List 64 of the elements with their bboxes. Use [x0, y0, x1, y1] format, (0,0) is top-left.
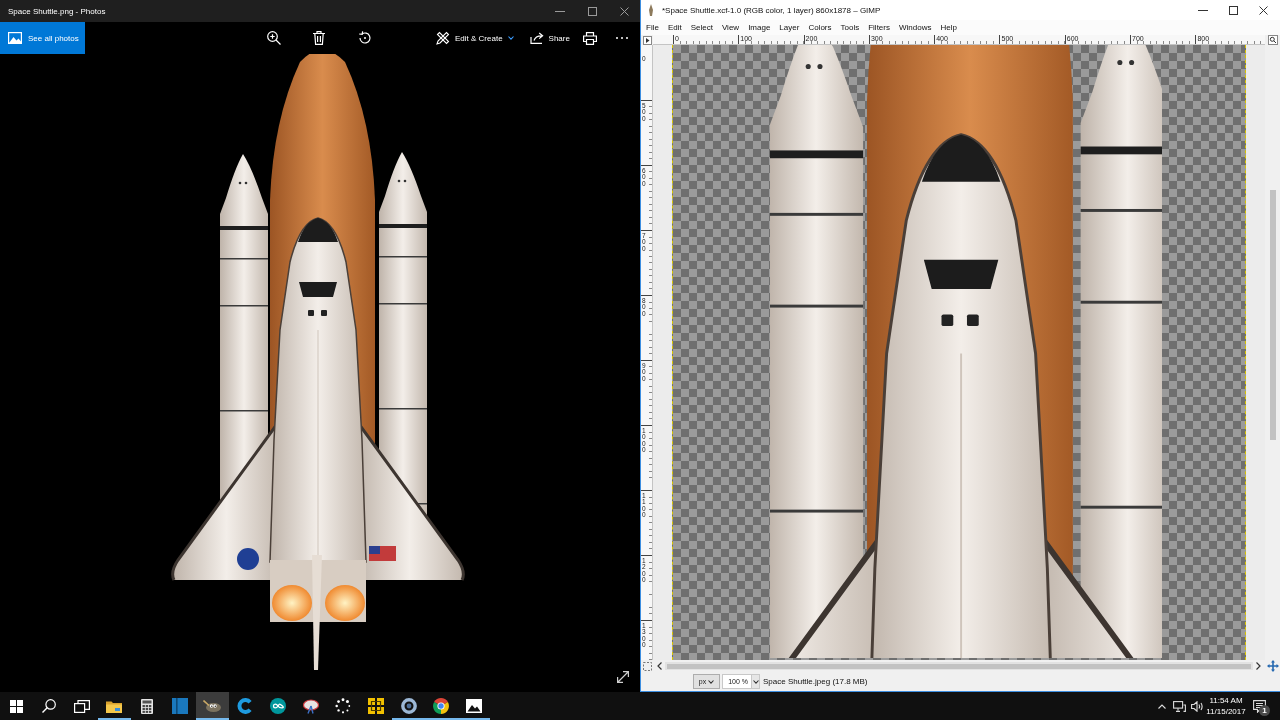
- ring-icon[interactable]: [400, 698, 417, 714]
- see-all-photos-button[interactable]: See all photos: [0, 22, 85, 54]
- loading-icon[interactable]: [335, 698, 352, 714]
- menu-item[interactable]: Colors: [808, 23, 832, 32]
- maximize-icon[interactable]: [1228, 5, 1238, 15]
- dropdown-button[interactable]: [752, 674, 760, 689]
- clock-date[interactable]: 11/15/2017: [1206, 706, 1246, 717]
- edit-create-button[interactable]: Edit & Create: [436, 31, 514, 45]
- network-icon[interactable]: [1172, 700, 1186, 712]
- search-icon[interactable]: [42, 699, 57, 713]
- blocks-icon[interactable]: [367, 698, 384, 714]
- printer-icon[interactable]: [582, 31, 597, 45]
- window-title: *Space Shuttle.xcf-1.0 (RGB color, 1 layer) 860x1878 – GIMP: [662, 5, 881, 15]
- browser-icon[interactable]: [433, 698, 450, 714]
- pencil-ruler-icon[interactable]: [436, 31, 450, 45]
- dashed-square-icon[interactable]: [642, 661, 652, 671]
- menu-item[interactable]: Image: [748, 23, 771, 32]
- menu-item[interactable]: Select: [690, 23, 713, 32]
- zoom-in-icon[interactable]: [267, 31, 281, 45]
- delete-icon[interactable]: [313, 31, 325, 45]
- rotate-icon[interactable]: [358, 31, 372, 45]
- chevron-left-icon[interactable]: [657, 662, 662, 670]
- menu-item[interactable]: Tools: [840, 23, 860, 32]
- close-icon[interactable]: [619, 6, 629, 16]
- caret-icon[interactable]: [752, 679, 759, 684]
- horizontal-scrollbar[interactable]: [665, 662, 1253, 670]
- menu-item[interactable]: Filters: [868, 23, 890, 32]
- zoom-icon[interactable]: [1267, 35, 1278, 45]
- share-button[interactable]: Share: [529, 32, 570, 44]
- four-panes-icon[interactable]: [9, 699, 23, 713]
- menu-item[interactable]: Layer: [779, 23, 800, 32]
- dish-icon[interactable]: [302, 698, 319, 714]
- pen-icon: [648, 4, 654, 16]
- task-view-icon[interactable]: [73, 699, 90, 713]
- caret-icon[interactable]: [708, 679, 715, 684]
- folder-icon[interactable]: [106, 699, 123, 713]
- maximize-icon[interactable]: [587, 6, 597, 16]
- window-title: Space Shuttle.png - Photos: [8, 6, 106, 16]
- menu-item[interactable]: Windows: [898, 23, 932, 32]
- calculator-icon[interactable]: [141, 698, 154, 714]
- caret-icon[interactable]: [507, 36, 514, 40]
- menu-item[interactable]: File: [646, 23, 659, 32]
- move-icon[interactable]: [1266, 660, 1279, 672]
- chevron-right-icon[interactable]: [1256, 662, 1261, 670]
- notification-icon[interactable]: [1252, 699, 1266, 713]
- speaker-icon[interactable]: [1190, 700, 1204, 712]
- menu-item[interactable]: Help: [940, 23, 957, 32]
- arc-logo-icon[interactable]: [237, 698, 254, 714]
- close-icon[interactable]: [1258, 5, 1268, 15]
- clock-time[interactable]: 11:54 AM: [1209, 695, 1243, 706]
- menu-item[interactable]: View: [721, 23, 740, 32]
- panel-icon[interactable]: [171, 698, 188, 714]
- share-icon[interactable]: [529, 32, 544, 44]
- minimize-icon[interactable]: [555, 10, 565, 12]
- chevron-up-icon[interactable]: [1158, 703, 1166, 709]
- notification-badge: 1: [1259, 705, 1270, 716]
- infinity-icon[interactable]: [269, 698, 286, 714]
- menu-item[interactable]: Edit: [667, 23, 682, 32]
- status-text: Space Shuttle.jpeg (17.8 MB): [763, 677, 868, 686]
- critter-icon[interactable]: [203, 700, 222, 712]
- expand-icon[interactable]: [617, 671, 629, 683]
- image-icon[interactable]: [465, 699, 482, 713]
- triangle-icon[interactable]: [642, 35, 652, 45]
- minimize-icon[interactable]: [1198, 9, 1208, 11]
